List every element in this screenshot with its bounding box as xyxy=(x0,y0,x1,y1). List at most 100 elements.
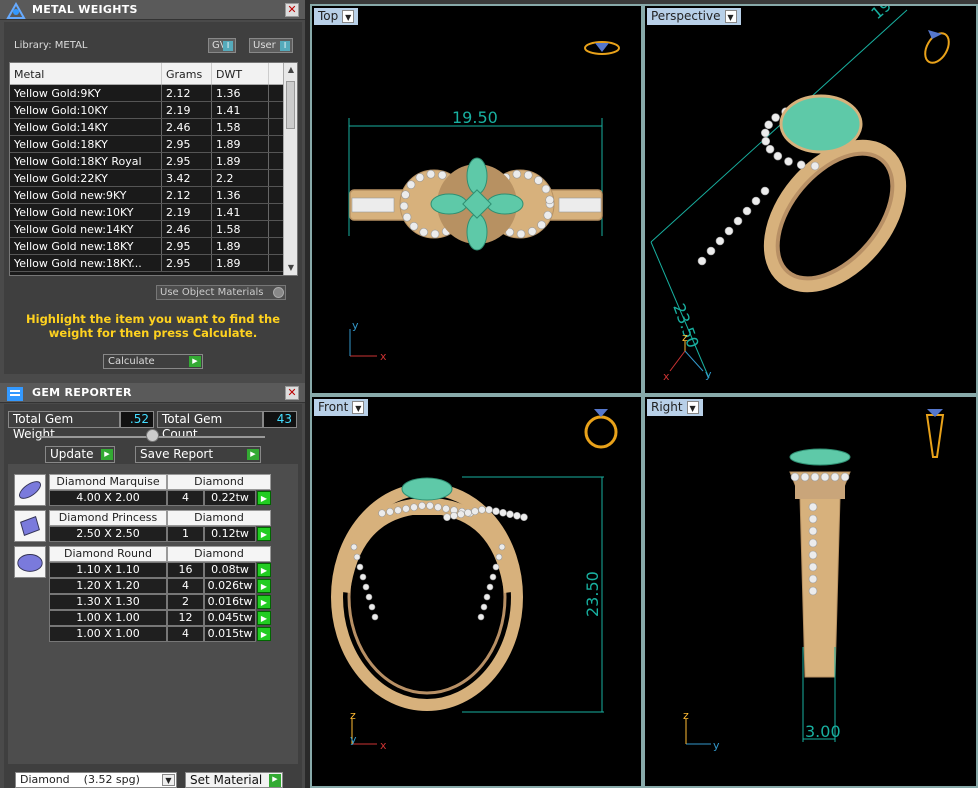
close-icon[interactable]: ✕ xyxy=(285,3,299,17)
toggle-icon: I xyxy=(223,41,233,51)
diamond-stone xyxy=(434,503,442,512)
gem-size: 1.00 X 1.00 xyxy=(49,610,167,626)
table-row[interactable]: Yellow Gold:9KY 2.12 1.36 xyxy=(10,85,297,102)
user-label: User xyxy=(253,40,276,51)
grams-value: 2.46 xyxy=(162,119,212,135)
dwt-value: 1.41 xyxy=(212,102,269,118)
viewport-label[interactable]: Right ▼ xyxy=(647,399,703,416)
viewport-right[interactable]: Right ▼ 3.00 yz xyxy=(643,395,978,788)
select-icon[interactable]: ▶ xyxy=(257,627,271,641)
diamond-stone xyxy=(808,514,818,524)
gem-size: 1.10 X 1.10 xyxy=(49,562,167,578)
select-icon[interactable]: ▶ xyxy=(257,611,271,625)
save-report-button[interactable]: Save Report ▶ xyxy=(135,446,261,463)
view-cube-icon[interactable] xyxy=(925,409,945,458)
set-material-button[interactable]: Set Material ▶ xyxy=(185,772,283,788)
viewport-top[interactable]: Top ▼ 19.50 xy xyxy=(310,4,643,395)
diamond-stone xyxy=(498,543,506,551)
gem-size: 1.20 X 1.20 xyxy=(49,578,167,594)
table-row[interactable]: Yellow Gold new:18KY... 2.95 1.89 xyxy=(10,255,297,272)
table-row[interactable]: Yellow Gold:18KY Royal 2.95 1.89 xyxy=(10,153,297,170)
checkbox-icon[interactable] xyxy=(273,287,284,298)
diamond-stone xyxy=(499,508,507,517)
calculate-label: Calculate xyxy=(108,356,155,367)
diamond-stone xyxy=(751,196,761,206)
close-icon[interactable]: ✕ xyxy=(285,386,299,400)
table-row[interactable]: Yellow Gold:18KY 2.95 1.89 xyxy=(10,136,297,153)
metal-weights-header: METAL WEIGHTS ✕ xyxy=(0,0,305,20)
table-row[interactable]: Yellow Gold new:14KY 2.46 1.58 xyxy=(10,221,297,238)
metal-name: Yellow Gold new:18KY xyxy=(10,238,162,254)
chevron-down-icon[interactable]: ▼ xyxy=(342,10,355,23)
use-object-materials-label: Use Object Materials xyxy=(160,287,264,298)
view-cube-icon[interactable] xyxy=(920,29,953,67)
table-row[interactable]: Yellow Gold new:9KY 2.12 1.36 xyxy=(10,187,297,204)
diamond-stone xyxy=(771,113,780,122)
table-row[interactable]: Yellow Gold:14KY 2.46 1.58 xyxy=(10,119,297,136)
scroll-down-icon[interactable]: ▼ xyxy=(284,261,297,275)
col-metal[interactable]: Metal xyxy=(10,63,162,84)
svg-text:y: y xyxy=(705,368,712,381)
diamond-stone xyxy=(356,563,364,571)
viewport-perspective[interactable]: Perspective▼ 19.50 23.50 xyz xyxy=(643,4,978,395)
diamond-stone xyxy=(541,184,551,194)
dwt-value: 1.58 xyxy=(212,119,269,135)
dwt-value: 1.36 xyxy=(212,187,269,203)
gem-count: 4 xyxy=(167,578,204,594)
diamond-stone xyxy=(820,472,830,482)
diamond-stone xyxy=(810,161,820,171)
table-row[interactable]: Yellow Gold:22KY 3.42 2.2 xyxy=(10,170,297,187)
grams-value: 2.95 xyxy=(162,136,212,152)
select-icon[interactable]: ▶ xyxy=(257,595,271,609)
viewport-front[interactable]: Front ▼ 23.50 x zy xyxy=(310,395,643,788)
select-icon[interactable]: ▶ xyxy=(257,491,271,505)
diamond-stone xyxy=(760,186,770,196)
view-cube-icon[interactable] xyxy=(584,41,620,55)
total-gem-weight-label: Total Gem Weight xyxy=(8,411,120,441)
chevron-down-icon[interactable]: ▼ xyxy=(162,774,175,786)
diamond-stone xyxy=(697,256,707,266)
svg-text:x: x xyxy=(380,739,387,752)
table-row[interactable]: Yellow Gold new:10KY 2.19 1.41 xyxy=(10,204,297,221)
update-button[interactable]: Update ▶ xyxy=(45,446,115,463)
view-cube-icon[interactable] xyxy=(584,409,618,449)
scrollbar[interactable]: ▲ ▼ xyxy=(283,63,297,275)
diamond-stone xyxy=(471,507,479,516)
grams-value: 2.95 xyxy=(162,255,212,271)
gem-weight: 0.12tw xyxy=(204,526,256,542)
viewport-label[interactable]: Front ▼ xyxy=(314,399,369,416)
material-select[interactable]: Diamond (3.52 spg) ▼ xyxy=(15,772,177,788)
scroll-up-icon[interactable]: ▲ xyxy=(284,63,297,77)
metal-weights-title: METAL WEIGHTS xyxy=(32,3,138,16)
calculate-button[interactable]: Calculate ▶ xyxy=(103,354,203,369)
table-row[interactable]: Yellow Gold new:18KY 2.95 1.89 xyxy=(10,238,297,255)
select-icon[interactable]: ▶ xyxy=(257,527,271,541)
viewport-label[interactable]: Perspective ▼ xyxy=(647,8,741,25)
select-icon[interactable]: ▶ xyxy=(257,563,271,577)
gem-report-icon xyxy=(7,387,23,401)
dimension-label: 19.50 xyxy=(867,6,914,23)
grams-value: 2.12 xyxy=(162,85,212,101)
viewport-label[interactable]: Top ▼ xyxy=(314,8,359,25)
user-toggle[interactable]: User I xyxy=(249,38,293,53)
slider-knob[interactable] xyxy=(146,429,159,442)
diamond-stone xyxy=(545,195,555,205)
gem-count: 1 xyxy=(167,526,204,542)
set-material-label: Set Material xyxy=(190,773,263,787)
dwt-value: 1.41 xyxy=(212,204,269,220)
gv-toggle[interactable]: GV I xyxy=(208,38,236,53)
select-icon[interactable]: ▶ xyxy=(257,579,271,593)
left-panel: METAL WEIGHTS ✕ Library: METAL GV I User I… xyxy=(0,0,305,788)
col-grams[interactable]: Grams xyxy=(162,63,212,84)
gem-reporter-title: GEM REPORTER xyxy=(32,386,132,399)
table-row[interactable]: Yellow Gold:10KY 2.19 1.41 xyxy=(10,102,297,119)
diamond-stone xyxy=(426,169,436,179)
use-object-materials-checkbox[interactable]: Use Object Materials xyxy=(156,285,286,300)
chevron-down-icon[interactable]: ▼ xyxy=(724,10,737,23)
chevron-down-icon[interactable]: ▼ xyxy=(686,401,699,414)
chevron-down-icon[interactable]: ▼ xyxy=(352,401,365,414)
col-dwt[interactable]: DWT xyxy=(212,63,269,84)
gem-list: Diamond Marquise Diamond 4.00 X 2.00 4 0… xyxy=(8,464,298,764)
scale-icon xyxy=(6,2,26,19)
scroll-thumb[interactable] xyxy=(286,81,295,129)
